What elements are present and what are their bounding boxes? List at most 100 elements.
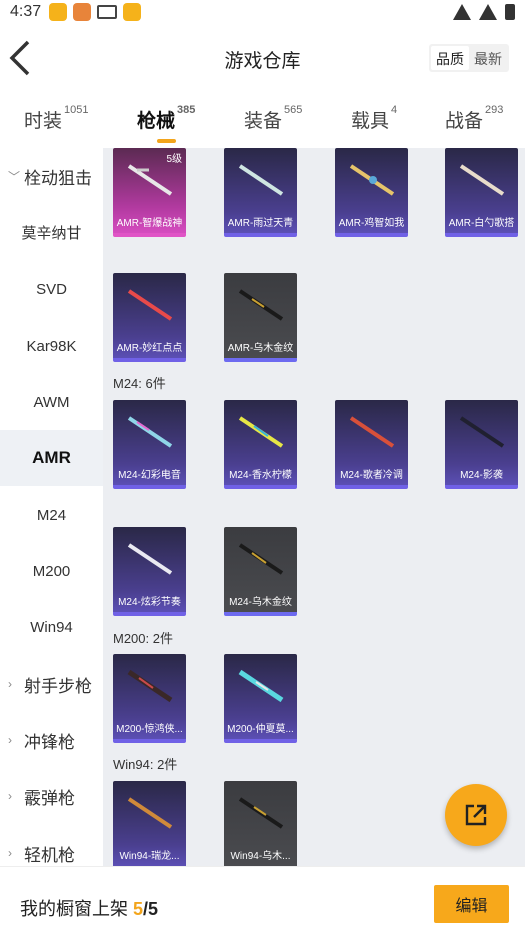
- item-card[interactable]: M24-炫彩节奏: [113, 527, 186, 616]
- rifle-icon: [238, 797, 284, 829]
- chevron-down-icon: ﹀: [8, 169, 21, 184]
- sidebar-item-win94[interactable]: Win94: [0, 599, 103, 655]
- sidebar-item-svd[interactable]: SVD: [0, 261, 103, 317]
- app-icon: [49, 3, 68, 21]
- item-label: AMR-雨过天青: [227, 218, 294, 229]
- item-label: M24-炫彩节奏: [118, 597, 181, 608]
- item-label: AMR-乌木金纹: [227, 343, 294, 354]
- wifi-icon: [453, 4, 471, 20]
- item-label: AMR-鸡智如我: [338, 218, 405, 229]
- tab-vehicles[interactable]: 载具4: [351, 103, 398, 133]
- sidebar-item-label: SVD: [36, 280, 67, 298]
- sidebar-item-label: 冲锋枪: [24, 732, 75, 752]
- share-icon: [465, 804, 487, 826]
- sidebar-item-label: M24: [36, 506, 67, 524]
- chevron-right-icon: ›: [8, 733, 12, 747]
- sidebar-item-kar98k[interactable]: Kar98K: [0, 318, 103, 374]
- sidebar-item-m200[interactable]: M200: [0, 543, 103, 599]
- sidebar-group-lmg[interactable]: › 轻机枪: [0, 825, 103, 866]
- item-card[interactable]: M24-香水柠檬: [224, 400, 297, 489]
- sidebar-item-label: AWM: [33, 393, 70, 411]
- rifle-icon: [238, 289, 284, 321]
- sidebar-item-m24[interactable]: M24: [0, 487, 103, 543]
- tab-count: 4: [391, 103, 398, 116]
- item-label: M24-歌者冷调: [340, 470, 403, 481]
- item-card[interactable]: Win94-乌木...: [224, 781, 297, 866]
- tab-label: 时装: [24, 111, 63, 132]
- rifle-icon: [459, 164, 505, 196]
- tab-guns[interactable]: 枪械385: [137, 103, 196, 143]
- sidebar-item-label: Kar98K: [26, 337, 77, 355]
- item-card[interactable]: AMR-白勺歌搭: [445, 148, 518, 237]
- rifle-icon: [238, 543, 284, 575]
- tab-fashion[interactable]: 时装1051: [24, 103, 89, 133]
- item-label: M200-仲夏莫...: [227, 724, 294, 735]
- tab-count: 293: [485, 103, 504, 116]
- item-card[interactable]: M24-影袭: [445, 400, 518, 489]
- tab-label: 枪械: [137, 111, 176, 132]
- edit-button[interactable]: 编辑: [434, 885, 509, 923]
- share-button[interactable]: [445, 784, 507, 846]
- item-card[interactable]: M200-惊鸿侠...: [113, 654, 186, 743]
- item-card[interactable]: M24-幻彩电音: [113, 400, 186, 489]
- status-time: 4:37: [10, 3, 42, 20]
- mail-icon: [97, 5, 118, 19]
- item-grid: 5级 AMR-智爆战神 AMR-雨过天青 AMR-鸡智如我 AMR-白勺歌搭 A…: [103, 148, 525, 866]
- tab-count: 385: [177, 103, 196, 116]
- item-card[interactable]: M24-乌木金纹: [224, 527, 297, 616]
- tab-supplies[interactable]: 战备293: [445, 103, 504, 133]
- sidebar-item-label: 射手步枪: [24, 676, 92, 696]
- item-card[interactable]: AMR-鸡智如我: [335, 148, 408, 237]
- tab-label: 战备: [445, 111, 484, 132]
- sidebar-item-amr[interactable]: AMR: [0, 430, 103, 486]
- sidebar-item-mosin[interactable]: 莫辛纳甘: [0, 204, 103, 260]
- tab-count: 1051: [64, 103, 89, 116]
- tab-equipment[interactable]: 装备565: [244, 103, 303, 133]
- rifle-icon: [127, 669, 173, 703]
- item-card[interactable]: Win94-瑞龙...: [113, 781, 186, 866]
- sidebar-group-smg[interactable]: › 冲锋枪: [0, 712, 103, 768]
- sidebar-item-label: 霰弹枪: [24, 788, 75, 808]
- item-label: M200-惊鸿侠...: [116, 724, 183, 735]
- sort-newest-button[interactable]: 最新: [469, 46, 507, 70]
- item-card[interactable]: AMR-雨过天青: [224, 148, 297, 237]
- rifle-icon: [127, 289, 173, 321]
- chevron-right-icon: ›: [8, 789, 12, 803]
- item-card[interactable]: M24-歌者冷调: [335, 400, 408, 489]
- rifle-icon: [127, 416, 173, 448]
- sort-quality-button[interactable]: 品质: [431, 46, 469, 70]
- category-tabs: 时装1051 枪械385 装备565 载具4 战备293: [0, 100, 525, 146]
- item-label: AMR-智爆战神: [116, 218, 183, 229]
- chevron-right-icon: ›: [8, 846, 12, 860]
- rifle-icon: [238, 164, 284, 196]
- section-header: M24: 6件: [113, 376, 166, 391]
- item-card[interactable]: AMR-乌木金纹: [224, 273, 297, 362]
- item-card[interactable]: 5级 AMR-智爆战神: [113, 148, 186, 237]
- signal-icon: [479, 4, 497, 20]
- sidebar-group-shotgun[interactable]: › 霰弹枪: [0, 768, 103, 824]
- tab-count: 565: [284, 103, 303, 116]
- sidebar-group-marksman[interactable]: › 射手步枪: [0, 656, 103, 712]
- app-icon: [73, 3, 92, 21]
- rifle-icon: [459, 416, 505, 448]
- item-card[interactable]: AMR-妙红点点: [113, 273, 186, 362]
- sidebar-item-label: M200: [32, 562, 71, 580]
- sidebar-item-label: Win94: [30, 618, 73, 636]
- active-tab-indicator: [157, 139, 176, 143]
- item-label: Win94-乌木...: [230, 851, 291, 862]
- showcase-status: 我的橱窗上架 5/5: [20, 895, 158, 921]
- sidebar-item-awm[interactable]: AWM: [0, 374, 103, 430]
- item-label: AMR-白勺歌搭: [448, 218, 515, 229]
- item-label: M24-香水柠檬: [229, 470, 292, 481]
- tab-label: 载具: [351, 111, 390, 132]
- sidebar-group-bolt-sniper[interactable]: ﹀ 栓动狙击: [0, 148, 103, 204]
- item-label: M24-幻彩电音: [118, 470, 181, 481]
- app-icon: [123, 3, 142, 21]
- item-card[interactable]: M200-仲夏莫...: [224, 654, 297, 743]
- rifle-icon: [349, 416, 395, 448]
- showcase-total-count: 5: [148, 899, 159, 919]
- weapon-sidebar: ﹀ 栓动狙击 莫辛纳甘 SVD Kar98K AWM AMR M24 M200 …: [0, 148, 103, 866]
- chevron-right-icon: ›: [8, 677, 12, 691]
- section-header: Win94: 2件: [113, 757, 178, 772]
- tab-label: 装备: [244, 111, 283, 132]
